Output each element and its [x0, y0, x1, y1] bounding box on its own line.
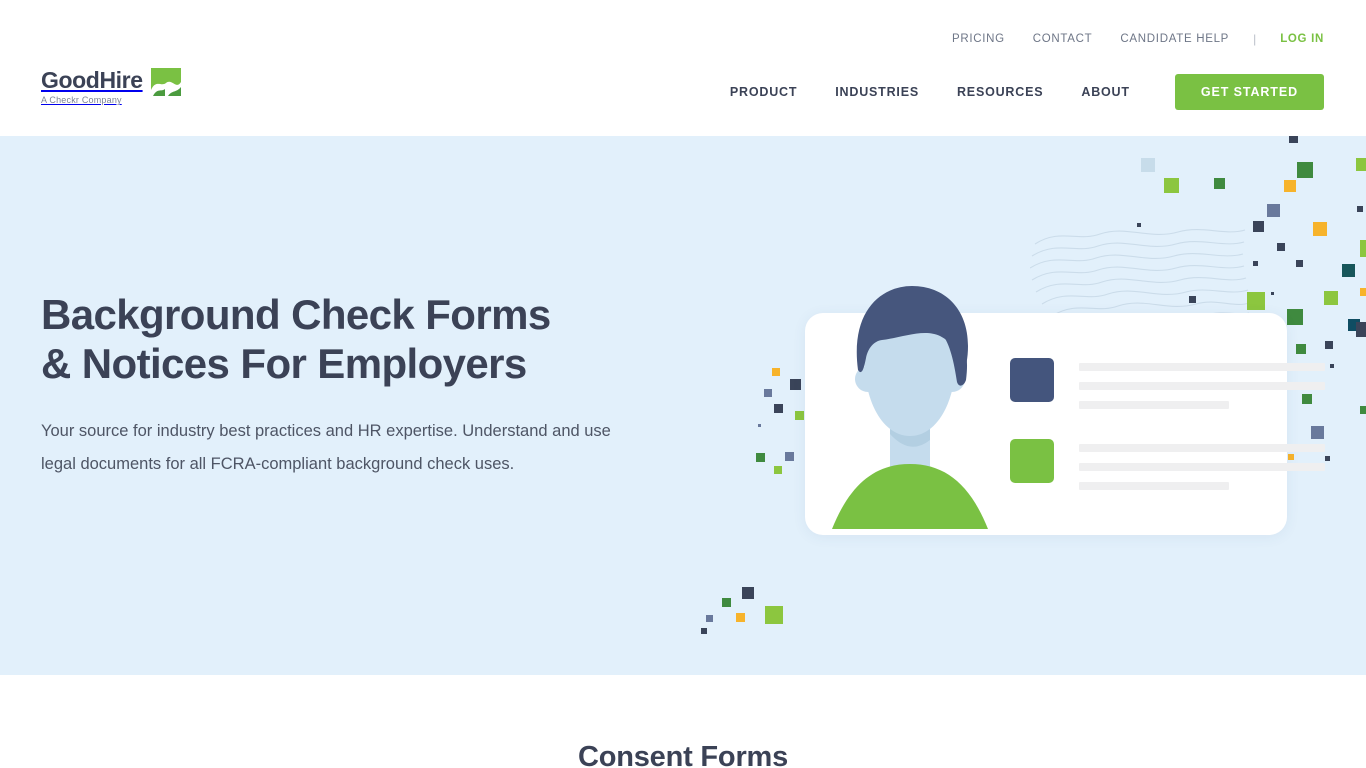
top-nav-item-contact[interactable]: CONTACT [1019, 33, 1107, 45]
top-nav-item-candidate-help[interactable]: CANDIDATE HELP [1106, 33, 1243, 45]
logo-text: GoodHire A Checkr Company [41, 68, 143, 105]
avatar [820, 284, 1000, 529]
consent-forms-section: Consent Forms [0, 675, 1366, 768]
page-title: Background Check Forms & Notices For Emp… [41, 290, 681, 388]
top-nav-item-pricing[interactable]: PRICING [938, 33, 1019, 45]
page-root: GoodHire A Checkr Company PRICING CONTAC… [0, 0, 1366, 768]
nav-item-product[interactable]: PRODUCT [711, 85, 816, 99]
placeholder-text-lines [1079, 358, 1325, 409]
logo-wordmark: GoodHire [41, 67, 143, 93]
hero-subtitle: Your source for industry best practices … [41, 422, 611, 474]
primary-nav: PRODUCT INDUSTRIES RESOURCES ABOUT GET S… [711, 74, 1324, 110]
hero-heading-line-2: & Notices For Employers [41, 340, 527, 388]
nav-item-resources[interactable]: RESOURCES [938, 85, 1062, 99]
utility-nav: PRICING CONTACT CANDIDATE HELP | LOG IN [938, 32, 1324, 46]
green-chip-icon [1010, 439, 1054, 483]
login-link[interactable]: LOG IN [1266, 33, 1324, 45]
site-header: GoodHire A Checkr Company PRICING CONTAC… [0, 0, 1366, 136]
nav-item-about[interactable]: ABOUT [1062, 85, 1148, 99]
site-logo[interactable]: GoodHire A Checkr Company [41, 68, 181, 105]
placeholder-text-lines [1079, 439, 1325, 490]
navy-chip-icon [1010, 358, 1054, 402]
hero-heading-line-1: Background Check Forms [41, 291, 551, 338]
get-started-button[interactable]: GET STARTED [1174, 74, 1324, 110]
hero-section: Background Check Forms & Notices For Emp… [0, 136, 1366, 675]
logo-tagline: A Checkr Company [41, 95, 122, 106]
id-card-row [1010, 358, 1325, 409]
id-card-row [1010, 439, 1325, 490]
nav-divider: | [1253, 32, 1257, 46]
hero-copy: Background Check Forms & Notices For Emp… [41, 290, 681, 481]
id-card-detail-rows [1010, 358, 1325, 520]
section-heading: Consent Forms [577, 741, 789, 768]
nav-item-industries[interactable]: INDUSTRIES [816, 85, 938, 99]
goodhire-check-mark-icon [150, 68, 181, 96]
